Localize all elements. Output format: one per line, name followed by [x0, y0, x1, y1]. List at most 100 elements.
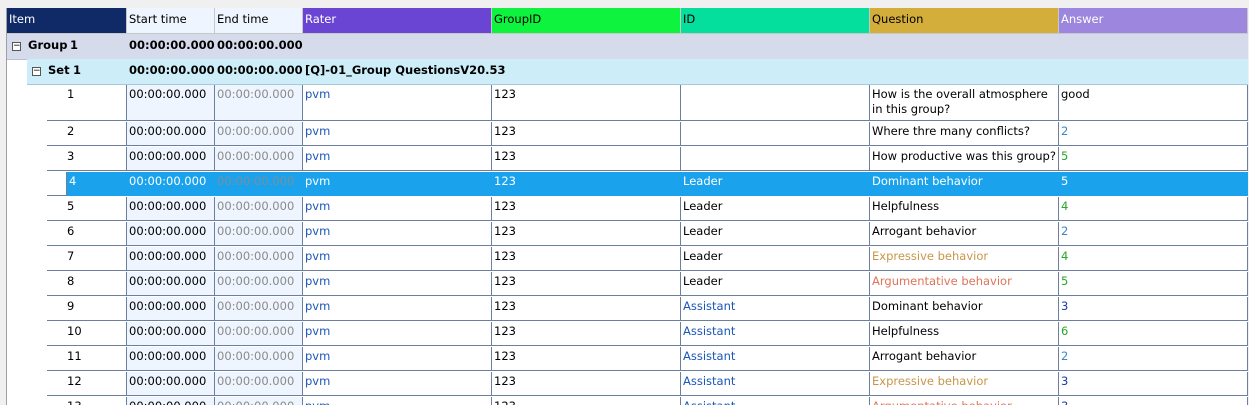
cell-end-time[interactable]: 00:00:00.000 — [215, 172, 303, 196]
table-row[interactable]: 6 00:00:00.000 00:00:00.000 pvm 123 Leader Arr… — [7, 222, 1248, 246]
cell-end-time[interactable]: 00:00:00.000 — [215, 272, 303, 296]
cell-groupid[interactable]: 123 — [492, 222, 681, 246]
cell-rater[interactable]: pvm — [303, 322, 492, 346]
cell-question[interactable]: Dominant behavior — [870, 172, 1059, 196]
cell-groupid[interactable]: 123 — [492, 85, 681, 121]
table-row[interactable]: 9 00:00:00.000 00:00:00.000 pvm 123 Assistant… — [7, 297, 1248, 321]
cell-groupid[interactable]: 123 — [492, 347, 681, 371]
cell-item[interactable]: 11 — [47, 347, 127, 371]
table-row[interactable]: 8 00:00:00.000 00:00:00.000 pvm 123 Leader Arg… — [7, 272, 1248, 296]
cell-start-time[interactable]: 00:00:00.000 — [127, 372, 215, 396]
cell-question[interactable]: Expressive behavior — [870, 247, 1059, 271]
cell-question[interactable]: How productive was this group? — [870, 147, 1059, 171]
cell-end-time[interactable]: 00:00:00.000 — [215, 347, 303, 371]
cell-answer[interactable]: 3 — [1059, 397, 1248, 405]
column-header-end-time[interactable]: End time — [215, 8, 303, 34]
cell-answer[interactable]: good — [1059, 85, 1248, 121]
cell-rater[interactable]: pvm — [303, 372, 492, 396]
column-header-rater[interactable]: Rater — [303, 8, 492, 34]
cell-start-time[interactable]: 00:00:00.000 — [127, 222, 215, 246]
data-grid[interactable]: Item Start time End time Rater GroupID I… — [6, 8, 1248, 405]
cell-answer[interactable]: 4 — [1059, 197, 1248, 221]
cell-answer[interactable]: 2 — [1059, 347, 1248, 371]
table-row[interactable]: 4 00:00:00.000 00:00:00.000 pvm 123 Leader Dom… — [7, 172, 1248, 196]
cell-question[interactable]: Expressive behavior — [870, 372, 1059, 396]
cell-item[interactable]: 7 — [47, 247, 127, 271]
cell-question[interactable]: Arrogant behavior — [870, 347, 1059, 371]
table-row[interactable]: 10 00:00:00.000 00:00:00.000 pvm 123 Assistan… — [7, 322, 1248, 346]
cell-end-time[interactable]: 00:00:00.000 — [215, 147, 303, 171]
cell-rater[interactable]: pvm — [303, 272, 492, 296]
cell-groupid[interactable]: 123 — [492, 397, 681, 405]
cell-rater[interactable]: pvm — [303, 247, 492, 271]
cell-groupid[interactable]: 123 — [492, 147, 681, 171]
table-row[interactable]: 7 00:00:00.000 00:00:00.000 pvm 123 Leader Exp… — [7, 247, 1248, 271]
cell-end-time[interactable]: 00:00:00.000 — [215, 397, 303, 405]
cell-groupid[interactable]: 123 — [492, 197, 681, 221]
cell-item[interactable]: 5 — [47, 197, 127, 221]
cell-rater[interactable]: pvm — [303, 197, 492, 221]
cell-item[interactable]: 9 — [47, 297, 127, 321]
column-header-start-time[interactable]: Start time — [127, 8, 215, 34]
cell-groupid[interactable]: 123 — [492, 297, 681, 321]
cell-groupid[interactable]: 123 — [492, 322, 681, 346]
table-row[interactable]: 3 00:00:00.000 00:00:00.000 pvm 123 How produ… — [7, 147, 1248, 171]
cell-id[interactable]: Leader — [681, 197, 870, 221]
cell-rater[interactable]: pvm — [303, 347, 492, 371]
cell-id[interactable]: Leader — [681, 247, 870, 271]
cell-item[interactable]: 6 — [47, 222, 127, 246]
table-row[interactable]: 5 00:00:00.000 00:00:00.000 pvm 123 Leader Hel… — [7, 197, 1248, 221]
cell-item[interactable]: 12 — [47, 372, 127, 396]
table-row[interactable]: 1 00:00:00.000 00:00:00.000 pvm 123 How is th… — [7, 85, 1248, 121]
cell-id[interactable]: Assistant — [681, 322, 870, 346]
cell-question[interactable]: Argumentative behavior — [870, 397, 1059, 405]
cell-item[interactable]: 1 — [47, 85, 127, 121]
cell-answer[interactable]: 3 — [1059, 372, 1248, 396]
cell-start-time[interactable]: 00:00:00.000 — [127, 147, 215, 171]
column-header-question[interactable]: Question — [870, 8, 1059, 34]
cell-rater[interactable]: pvm — [303, 147, 492, 171]
cell-end-time[interactable]: 00:00:00.000 — [215, 197, 303, 221]
cell-start-time[interactable]: 00:00:00.000 — [127, 297, 215, 321]
table-row[interactable]: 1300:00:00.00000:00:00.000pvm123Assistan… — [7, 397, 1248, 405]
cell-item[interactable]: 3 — [47, 147, 127, 171]
cell-question[interactable]: Helpfulness — [870, 197, 1059, 221]
cell-end-time[interactable]: 00:00:00.000 — [215, 85, 303, 121]
cell-item[interactable]: 2 — [47, 122, 127, 146]
cell-id[interactable]: Leader — [681, 272, 870, 296]
column-header-answer[interactable]: Answer — [1059, 8, 1248, 34]
cell-end-time[interactable]: 00:00:00.000 — [215, 247, 303, 271]
cell-item[interactable]: 10 — [47, 322, 127, 346]
cell-rater[interactable]: pvm — [303, 122, 492, 146]
cell-rater[interactable]: pvm — [303, 297, 492, 321]
cell-question[interactable]: Arrogant behavior — [870, 222, 1059, 246]
cell-start-time[interactable]: 00:00:00.000 — [127, 272, 215, 296]
cell-answer[interactable]: 4 — [1059, 247, 1248, 271]
cell-rater[interactable]: pvm — [303, 397, 492, 405]
cell-id[interactable]: Leader — [681, 172, 870, 196]
cell-groupid[interactable]: 123 — [492, 372, 681, 396]
cell-id[interactable] — [681, 85, 870, 121]
cell-groupid[interactable]: 123 — [492, 172, 681, 196]
cell-answer[interactable]: 2 — [1059, 122, 1248, 146]
cell-start-time[interactable]: 00:00:00.000 — [127, 122, 215, 146]
column-header-item[interactable]: Item — [7, 8, 127, 34]
cell-start-time[interactable]: 00:00:00.000 — [127, 397, 215, 405]
cell-id[interactable]: Assistant — [681, 397, 870, 405]
cell-end-time[interactable]: 00:00:00.000 — [215, 322, 303, 346]
cell-question[interactable]: Dominant behavior — [870, 297, 1059, 321]
cell-end-time[interactable]: 00:00:00.000 — [215, 372, 303, 396]
cell-groupid[interactable]: 123 — [492, 122, 681, 146]
cell-rater[interactable]: pvm — [303, 172, 492, 196]
cell-answer[interactable]: 5 — [1059, 147, 1248, 171]
cell-end-time[interactable]: 00:00:00.000 — [215, 222, 303, 246]
table-row[interactable]: 11 00:00:00.000 00:00:00.000 pvm 123 Assistan… — [7, 347, 1248, 371]
cell-answer[interactable]: 6 — [1059, 322, 1248, 346]
cell-start-time[interactable]: 00:00:00.000 — [127, 347, 215, 371]
cell-item[interactable]: 8 — [47, 272, 127, 296]
cell-question[interactable]: How is the overall atmosphere in this gr… — [870, 85, 1059, 121]
column-header-groupid[interactable]: GroupID — [492, 8, 681, 34]
cell-id[interactable] — [681, 147, 870, 171]
cell-groupid[interactable]: 123 — [492, 272, 681, 296]
cell-answer[interactable]: 5 — [1059, 272, 1248, 296]
